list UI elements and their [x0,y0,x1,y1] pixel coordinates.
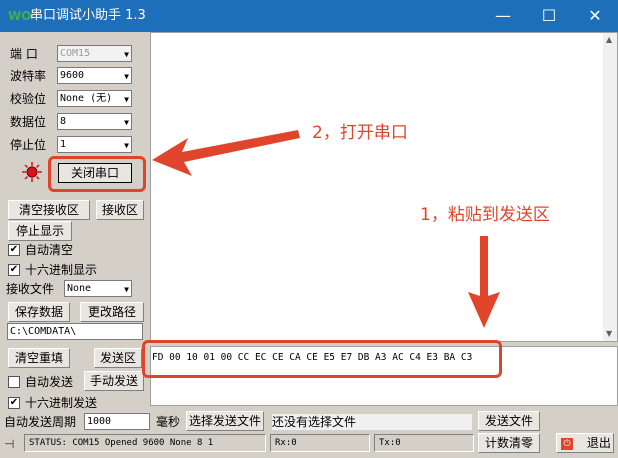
stopbits-select[interactable]: 1 ▼ [57,136,132,153]
save-data-button[interactable]: 保存数据 [8,302,70,322]
tx-counter: Tx:0 [374,434,474,452]
exit-label: 退出 [586,436,611,450]
auto-clear-label: 自动清空 [25,243,74,257]
chevron-down-icon: ▼ [124,50,129,59]
hex-display-label: 十六进制显示 [25,263,98,277]
databits-select[interactable]: 8 ▼ [57,113,132,130]
port-select[interactable]: COM15 ▼ [57,45,132,62]
annotation-step2: 2，打开串口 [312,123,408,143]
send-period-label: 自动发送周期 [4,415,77,429]
auto-clear-checkbox[interactable]: ✔ [8,244,20,256]
hex-send-checkbox[interactable]: ✔ [8,397,20,409]
baud-value: 9600 [60,70,85,81]
pin-icon[interactable]: ⊣ [4,436,20,452]
maximize-button[interactable]: ☐ [526,0,572,32]
manual-send-button[interactable]: 手动发送 [84,371,144,391]
hex-display-checkbox[interactable]: ✔ [8,264,20,276]
annotation-step1: 1，粘贴到发送区 [420,205,550,225]
scroll-up-icon[interactable]: ▲ [606,35,612,44]
baud-label: 波特率 [10,69,47,83]
highlight-box-toggle-port [48,156,146,192]
arrow-to-toggle-port-icon [152,130,300,176]
chevron-down-icon: ▼ [124,118,129,127]
scroll-down-icon[interactable]: ▼ [606,329,612,338]
port-label: 端 口 [10,47,38,61]
hex-send-label: 十六进制发送 [25,396,98,410]
parity-label: 校验位 [10,92,47,106]
highlight-box-send-area [142,340,502,378]
title-bar: WO 串口调试小助手 1.3 — ☐ ✕ [0,0,618,32]
close-button[interactable]: ✕ [572,0,618,32]
send-file-button[interactable]: 发送文件 [478,411,540,431]
chevron-down-icon: ▼ [124,72,129,81]
databits-label: 数据位 [10,115,47,129]
stop-display-button[interactable]: 停止显示 [8,221,72,241]
chevron-down-icon: ▼ [124,141,129,150]
choose-send-file-button[interactable]: 选择发送文件 [186,411,264,431]
change-path-button[interactable]: 更改路径 [80,302,144,322]
send-area-button[interactable]: 发送区 [94,348,142,368]
app-logo-icon: WO [8,9,32,23]
arrow-to-send-area-icon [468,236,500,328]
clear-send-button[interactable]: 清空重填 [8,348,70,368]
status-text: STATUS: COM15 Opened 9600 None 8 1 [24,434,266,452]
auto-send-label: 自动发送 [25,375,74,389]
parity-value: None (无) [60,93,113,104]
receive-file-value: None [67,283,92,294]
receive-area-button[interactable]: 接收区 [96,200,144,220]
receive-file-select[interactable]: None ▼ [64,280,132,297]
auto-send-checkbox[interactable] [8,376,20,388]
exit-icon: ⏻ [561,437,573,450]
port-status-led-icon [22,162,42,182]
exit-button[interactable]: ⏻ 退出 [556,433,614,453]
baud-select[interactable]: 9600 ▼ [57,67,132,84]
send-period-input[interactable]: 1000 [84,413,150,430]
reset-count-button[interactable]: 计数清零 [478,433,540,453]
rx-counter: Rx:0 [270,434,370,452]
clear-receive-button[interactable]: 清空接收区 [8,200,90,220]
receive-scrollbar[interactable]: ▲ ▼ [603,33,617,341]
window-title: 串口调试小助手 1.3 [30,8,146,23]
save-path-field[interactable]: C:\COMDATA\ [7,323,143,340]
send-file-status: 还没有选择文件 [272,414,472,430]
port-value: COM15 [60,48,91,59]
ms-label: 毫秒 [156,415,181,429]
databits-value: 8 [60,116,67,127]
chevron-down-icon: ▼ [124,285,129,294]
stopbits-label: 停止位 [10,138,47,152]
minimize-button[interactable]: — [480,0,526,32]
parity-select[interactable]: None (无) ▼ [57,90,132,107]
receive-file-label: 接收文件 [6,282,55,296]
chevron-down-icon: ▼ [124,95,129,104]
stopbits-value: 1 [60,139,67,150]
